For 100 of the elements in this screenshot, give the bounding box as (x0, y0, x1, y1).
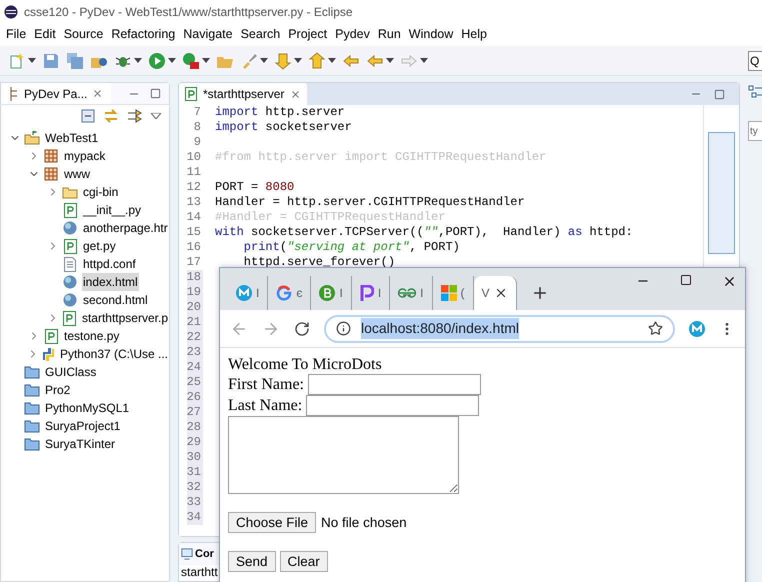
tree-item[interactable]: SuryaTKinter (44, 435, 116, 453)
filter-field[interactable]: ty (748, 121, 762, 141)
maximize-icon[interactable] (150, 88, 161, 99)
caret-icon[interactable] (202, 58, 210, 64)
last-name-field[interactable] (306, 395, 480, 416)
quick-access-field[interactable]: Q (748, 50, 762, 70)
browser-tab[interactable]: I (228, 276, 268, 310)
browser-tab[interactable]: V (474, 276, 517, 310)
tree-item[interactable]: __init__.py (82, 201, 142, 219)
g-logo-icon (276, 285, 292, 301)
globe-icon (63, 293, 77, 307)
save-icon[interactable] (42, 52, 60, 70)
tree-item[interactable]: GUIClass (44, 363, 98, 381)
address-bar[interactable]: localhost:8080/index.html (324, 314, 675, 342)
tree-item[interactable]: PythonMySQL1 (44, 399, 130, 417)
tree-item[interactable]: httpd.conf (82, 255, 137, 273)
menu-item[interactable]: Refactoring (107, 25, 180, 44)
python-file-icon (185, 87, 197, 101)
text-area[interactable] (228, 416, 459, 494)
caret-icon[interactable] (294, 58, 302, 64)
caret-icon[interactable] (134, 58, 142, 64)
tree-item[interactable]: Python37 (C:\Use ... (58, 345, 169, 363)
tree-item[interactable]: cgi-bin (82, 183, 120, 201)
line-number: 31 (186, 465, 203, 480)
python-file-icon (64, 238, 76, 254)
line-number: 10 (186, 150, 202, 165)
link-editor-icon[interactable] (103, 109, 119, 123)
folder-icon (24, 402, 40, 414)
maximize-icon[interactable] (680, 274, 692, 286)
project-folder-icon (24, 131, 40, 145)
line-number: 21 (186, 315, 203, 330)
collapse-all-icon[interactable] (81, 109, 95, 123)
menu-item[interactable]: Source (60, 25, 108, 44)
tree-item[interactable]: SuryaProject1 (44, 417, 122, 435)
menu-item[interactable]: Navigate (179, 25, 237, 44)
browser-tab[interactable]: I (352, 276, 390, 310)
tree-item[interactable]: index.html (82, 273, 139, 291)
tree-item[interactable]: starthttpserver.p (80, 309, 169, 327)
close-icon[interactable] (722, 274, 737, 289)
menu-item[interactable]: Window (404, 25, 458, 44)
tree-item[interactable]: second.html (82, 291, 149, 309)
code-line: with socketserver.TCPServer(("",PORT), Handler) as httpd: (215, 225, 633, 239)
tree-item[interactable]: Pro2 (44, 381, 72, 399)
caret-icon[interactable] (28, 58, 36, 64)
python-file-icon (44, 328, 58, 344)
bookmark-star-icon[interactable] (648, 321, 663, 336)
form-button[interactable]: Send (228, 551, 276, 572)
menu-item[interactable]: Run (374, 25, 405, 44)
line-number: 34 (186, 510, 203, 525)
menu-item[interactable]: Pydev (331, 25, 374, 44)
caret-icon[interactable] (168, 58, 176, 64)
caret-icon[interactable] (328, 58, 336, 64)
tree-item[interactable]: WebTest1 (44, 129, 100, 147)
browser-tab[interactable]: I (311, 276, 352, 310)
console-icon (181, 548, 193, 560)
editor-tab[interactable]: *starthttpserver (179, 83, 308, 105)
line-number: 32 (186, 480, 203, 495)
tree-item[interactable]: anotherpage.htr (82, 219, 169, 237)
field-label: Last Name: (228, 396, 302, 415)
tree-item[interactable]: www (63, 165, 91, 183)
menu-item[interactable]: Search (236, 25, 284, 44)
menu-item[interactable]: File (2, 25, 30, 44)
line-number: 25 (186, 375, 203, 390)
menu-item[interactable]: Project (284, 25, 332, 44)
tree-item[interactable]: testone.py (63, 327, 120, 345)
line-number: 28 (186, 420, 203, 435)
line-number: 29 (186, 435, 203, 450)
form-button[interactable]: Clear (280, 551, 328, 572)
menu-item[interactable]: Help (457, 25, 491, 44)
line-number: 27 (186, 405, 203, 420)
reload-icon[interactable] (294, 320, 310, 336)
field-label: First Name: (228, 375, 304, 394)
folder-icon (24, 438, 40, 450)
save-all-icon[interactable] (66, 52, 84, 70)
view-menu-icon[interactable] (151, 113, 161, 119)
browser-tab[interactable]: ( (432, 276, 474, 310)
filter-icon[interactable] (127, 109, 143, 123)
menu-item[interactable]: Edit (30, 25, 60, 44)
tree-item[interactable]: mypack (63, 147, 106, 165)
caret-icon[interactable] (386, 58, 394, 64)
view-tab[interactable]: PyDev Pa... (1, 83, 112, 104)
outline-icon[interactable] (748, 85, 762, 99)
gg-logo-icon (398, 287, 416, 299)
line-number: 33 (186, 495, 203, 510)
caret-icon[interactable] (420, 58, 428, 64)
caret-icon[interactable] (260, 58, 268, 64)
line-number: 26 (186, 390, 203, 405)
line-number: 18 (186, 270, 203, 285)
code-line: print("serving at port", PORT) (242, 240, 460, 254)
browser-tab[interactable]: I (390, 276, 432, 310)
browser-tab[interactable]: є (268, 276, 312, 310)
code-line: PORT = 8080 (215, 180, 294, 194)
console-tab[interactable]: Cor (195, 546, 214, 562)
line-number: 30 (186, 450, 203, 465)
line-number: 13 (186, 195, 202, 210)
line-number: 23 (186, 345, 203, 360)
tree-item[interactable]: get.py (82, 237, 117, 255)
choose-file-button[interactable]: Choose File (228, 512, 316, 533)
python-logo-icon (40, 346, 56, 362)
first-name-field[interactable] (308, 374, 481, 395)
